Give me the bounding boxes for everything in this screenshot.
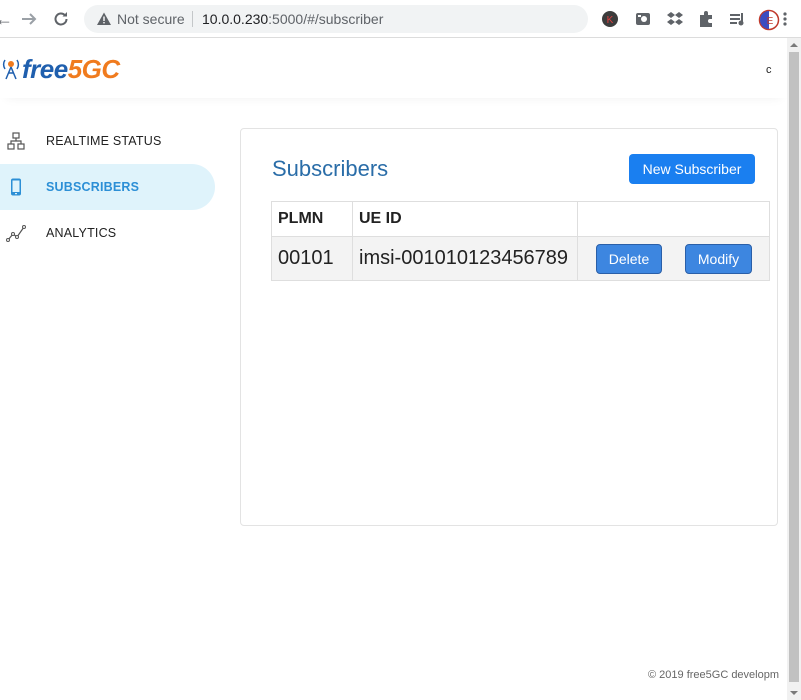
page-scrollbar[interactable] (787, 38, 801, 700)
sitemap-icon (7, 132, 25, 150)
address-bar[interactable]: Not secure 10.0.0.230:5000/#/subscriber (84, 5, 588, 33)
sidebar-item-label: REALTIME STATUS (46, 134, 162, 148)
app-header: free5GC c (0, 38, 787, 98)
line-chart-icon (6, 225, 26, 242)
profile-avatar[interactable]: E (758, 9, 780, 31)
sidebar-item-label: ANALYTICS (46, 226, 117, 240)
table-row: 00101 imsi-001010123456789 Delete Modify (271, 236, 770, 281)
camera-extension-icon[interactable] (633, 9, 653, 29)
cell-plmn: 00101 (271, 236, 353, 281)
media-control-icon[interactable] (728, 9, 748, 29)
sidebar-nav: REALTIME STATUS SUBSCRIBERS ANALYTICS (0, 118, 216, 268)
k-extension-letter: K (607, 15, 614, 26)
new-subscriber-button[interactable]: New Subscriber (629, 154, 755, 184)
free5gc-logo[interactable]: free5GC (2, 52, 142, 84)
omnibox-divider (192, 11, 193, 27)
cell-actions: Delete Modify (577, 236, 770, 281)
header-user-initial[interactable]: c (766, 64, 772, 76)
url-path: :5000/#/subscriber (268, 11, 384, 27)
reload-icon[interactable] (51, 9, 71, 29)
column-header-plmn: PLMN (271, 201, 353, 237)
modify-button[interactable]: Modify (685, 244, 752, 274)
browser-toolbar: ← Not secure 10.0.0.230:5000/#/subscribe… (0, 0, 801, 38)
footer-copyright: © 2019 free5GC developm (648, 669, 780, 681)
sidebar-item-label: SUBSCRIBERS (46, 180, 140, 194)
logo-text-free: free (22, 54, 68, 84)
url-host: 10.0.0.230 (202, 11, 269, 27)
warning-icon[interactable] (96, 11, 112, 27)
scroll-up-arrow-icon[interactable] (787, 38, 801, 52)
sidebar-item-realtime-status[interactable]: REALTIME STATUS (0, 118, 215, 164)
back-icon[interactable]: ← (0, 9, 14, 29)
scroll-down-arrow-icon[interactable] (787, 686, 801, 700)
page-title: Subscribers (272, 156, 389, 181)
url-text[interactable]: 10.0.0.230:5000/#/subscriber (202, 11, 383, 27)
scrollbar-thumb[interactable] (789, 52, 799, 682)
sidebar-item-subscribers[interactable]: SUBSCRIBERS (0, 164, 215, 210)
table-header-row: PLMN UE ID (271, 201, 770, 237)
column-header-actions (577, 201, 770, 237)
not-secure-label[interactable]: Not secure (117, 11, 185, 27)
subscribers-card: Subscribers New Subscriber PLMN UE ID 00… (240, 128, 778, 526)
k-extension-icon[interactable]: K (600, 9, 620, 29)
cell-ue-id: imsi-001010123456789 (352, 236, 578, 281)
dropbox-icon[interactable] (665, 9, 685, 29)
sidebar-item-analytics[interactable]: ANALYTICS (0, 210, 215, 256)
forward-icon[interactable] (19, 9, 39, 29)
column-header-ue-id: UE ID (352, 201, 578, 237)
extensions-puzzle-icon[interactable] (696, 9, 716, 29)
logo-text: free5GC (22, 54, 120, 85)
antenna-logo-icon (2, 59, 20, 80)
delete-button[interactable]: Delete (596, 244, 662, 274)
mobile-phone-icon (11, 178, 21, 196)
subscribers-table: PLMN UE ID 00101 imsi-001010123456789 De… (271, 201, 770, 281)
browser-menu-icon[interactable] (781, 9, 789, 29)
logo-text-5gc: 5GC (67, 54, 120, 84)
profile-initial: E (767, 16, 774, 27)
